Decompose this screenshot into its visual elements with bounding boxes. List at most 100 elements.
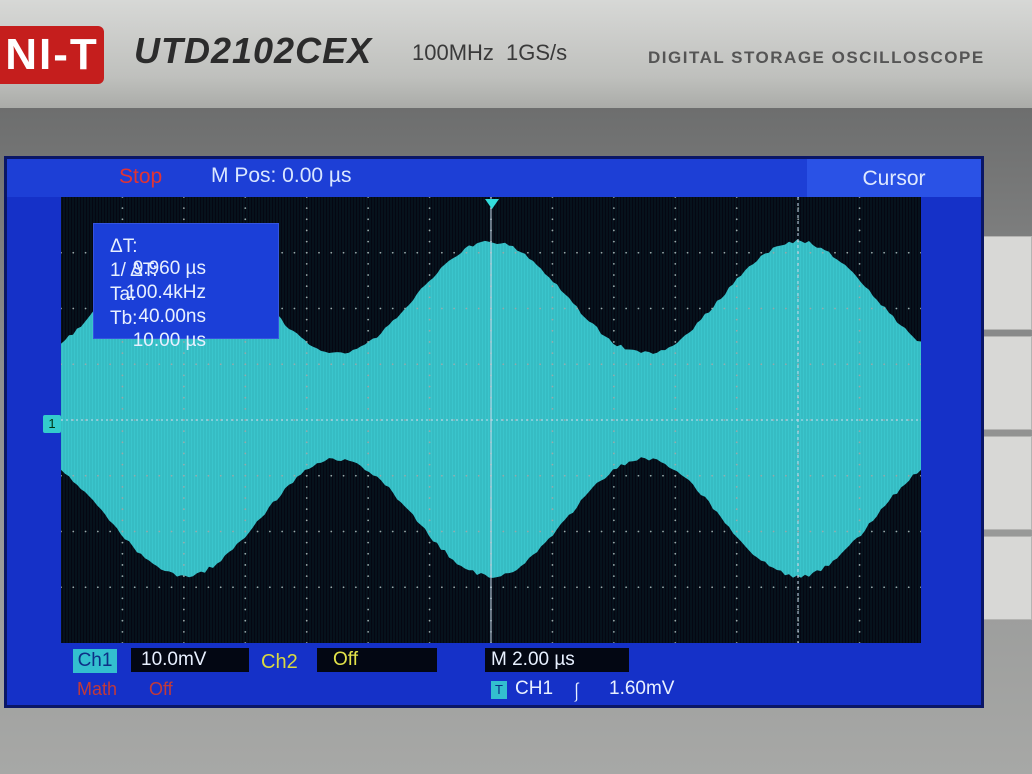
- graticule-dot: [392, 363, 394, 365]
- graticule-dot: [650, 586, 652, 588]
- graticule-dot: [527, 531, 529, 533]
- graticule-dot: [367, 330, 369, 332]
- ch1-label[interactable]: Ch1: [73, 649, 117, 673]
- graticule-dot: [859, 497, 861, 499]
- graticule-dot: [429, 631, 431, 633]
- graticule-dot: [122, 564, 124, 566]
- graticule-dot: [158, 475, 160, 477]
- graticule-dot: [183, 352, 185, 354]
- graticule-dot: [588, 419, 590, 421]
- graticule-dot: [613, 230, 615, 232]
- graticule-dot: [306, 497, 308, 499]
- graticule-dot: [613, 453, 615, 455]
- graticule-dot: [724, 586, 726, 588]
- graticule-dot: [306, 197, 308, 198]
- graticule-dot: [158, 363, 160, 365]
- graticule-dot: [306, 598, 308, 600]
- graticule-dot: [294, 586, 296, 588]
- graticule-dot: [785, 531, 787, 533]
- graticule-dot: [773, 586, 775, 588]
- graticule-dot: [760, 308, 762, 310]
- graticule-dot: [515, 252, 517, 254]
- graticule-dot: [736, 207, 738, 209]
- graticule-dot: [736, 464, 738, 466]
- graticule-dot: [908, 475, 910, 477]
- graticule-dot: [429, 430, 431, 432]
- graticule-dot: [429, 441, 431, 443]
- graticule-dot: [429, 363, 431, 365]
- graticule-dot: [699, 363, 701, 365]
- graticule-dot: [404, 586, 406, 588]
- graticule-dot: [306, 308, 308, 310]
- graticule-dot: [367, 397, 369, 399]
- graticule-dot: [552, 397, 554, 399]
- ch2-label[interactable]: Ch2: [261, 651, 298, 674]
- graticule-dot: [859, 598, 861, 600]
- graticule-dot: [674, 363, 676, 365]
- graticule-dot: [810, 586, 812, 588]
- graticule-dot: [244, 207, 246, 209]
- graticule-dot: [367, 609, 369, 611]
- graticule-dot: [674, 296, 676, 298]
- graticule-dot: [601, 308, 603, 310]
- graticule-dot: [674, 419, 676, 421]
- graticule-dot: [183, 508, 185, 510]
- graticule-dot: [306, 609, 308, 611]
- graticule-dot: [859, 441, 861, 443]
- graticule-dot: [674, 218, 676, 220]
- graticule-dot: [859, 419, 861, 421]
- graticule-dot: [539, 475, 541, 477]
- graticule-dot: [97, 363, 99, 365]
- graticule-dot: [539, 308, 541, 310]
- graticule-dot: [122, 464, 124, 466]
- graticule-dot: [478, 308, 480, 310]
- graticule-dot: [306, 207, 308, 209]
- graticule-dot: [834, 475, 836, 477]
- graticule-dot: [724, 363, 726, 365]
- graticule-dot: [613, 609, 615, 611]
- graticule-dot: [662, 586, 664, 588]
- graticule-dot: [72, 586, 74, 588]
- graticule-dot: [183, 598, 185, 600]
- graticule-dot: [429, 397, 431, 399]
- graticule-dot: [834, 308, 836, 310]
- graticule-dot: [748, 419, 750, 421]
- graticule-dot: [122, 508, 124, 510]
- graticule-dot: [306, 230, 308, 232]
- graticule-dot: [613, 497, 615, 499]
- graticule-dot: [183, 531, 185, 533]
- graticule-dot: [122, 609, 124, 611]
- graticule-dot: [527, 363, 529, 365]
- math-label[interactable]: Math: [77, 679, 117, 700]
- graticule-dot: [367, 464, 369, 466]
- graticule-dot: [61, 308, 62, 310]
- graticule-dot: [859, 553, 861, 555]
- graticule-dot: [183, 564, 185, 566]
- graticule-dot: [122, 598, 124, 600]
- graticule-dot: [699, 308, 701, 310]
- graticule-dot: [822, 308, 824, 310]
- graticule-dot: [859, 464, 861, 466]
- graticule-dot: [810, 308, 812, 310]
- graticule-dot: [244, 620, 246, 622]
- graticule-dot: [552, 230, 554, 232]
- graticule-dot: [183, 620, 185, 622]
- graticule-dot: [380, 475, 382, 477]
- trigger-level: 1.60mV: [609, 678, 674, 700]
- graticule-dot: [576, 308, 578, 310]
- graticule-dot: [859, 542, 861, 544]
- graticule-dot: [883, 363, 885, 365]
- graticule-dot: [871, 252, 873, 254]
- channel-1-offset-marker[interactable]: 1: [43, 415, 61, 433]
- menu-title-cursor[interactable]: Cursor: [807, 159, 981, 197]
- graticule-dot: [195, 531, 197, 533]
- graticule-dot: [502, 308, 504, 310]
- graticule-dot: [527, 308, 529, 310]
- graticule-dot: [429, 296, 431, 298]
- graticule-dot: [613, 598, 615, 600]
- graticule-dot: [367, 553, 369, 555]
- graticule-dot: [478, 363, 480, 365]
- graticule-dot: [429, 386, 431, 388]
- graticule-dot: [613, 430, 615, 432]
- graticule-dot: [306, 386, 308, 388]
